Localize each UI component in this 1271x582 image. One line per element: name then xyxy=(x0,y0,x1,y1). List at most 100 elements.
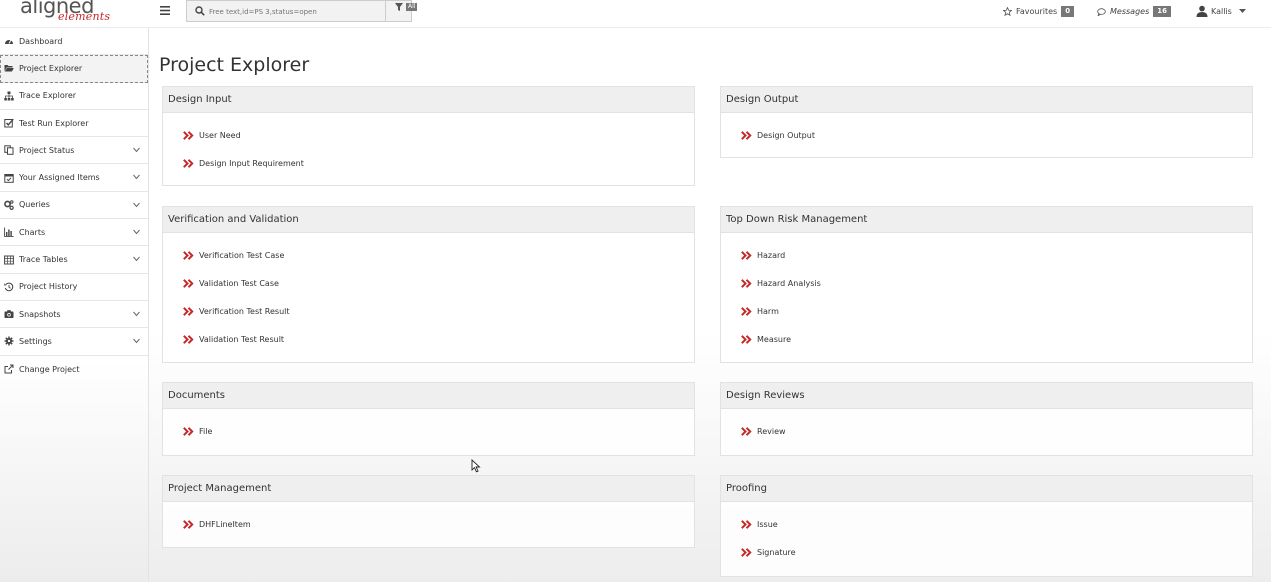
link-label: Validation Test Case xyxy=(199,278,279,288)
double-chevron-right-icon xyxy=(741,306,752,316)
sidebar-item-label: Your Assigned Items xyxy=(19,173,100,183)
top-bar: aligned elements All Favourites 0 Messag… xyxy=(0,0,1271,28)
calendar-check-icon xyxy=(4,173,14,183)
panel-title: Verification and Validation xyxy=(163,207,694,233)
panel-design-input: Design Input User Need Design Input Requ… xyxy=(162,86,695,186)
sidebar-item-charts[interactable]: Charts xyxy=(0,219,148,247)
sidebar-item-label: Trace Explorer xyxy=(19,91,77,101)
explorer-link-file[interactable]: File xyxy=(163,417,694,445)
chevron-down-icon xyxy=(133,147,140,153)
link-label: File xyxy=(199,426,213,436)
double-chevron-right-icon xyxy=(183,278,194,288)
sidebar-item-snapshots[interactable]: Snapshots xyxy=(0,301,148,329)
bar-chart-icon xyxy=(4,227,14,238)
user-menu[interactable]: Kallis xyxy=(1196,4,1246,18)
filter-badge: All xyxy=(406,3,418,11)
sidebar-item-project-status[interactable]: Project Status xyxy=(0,137,148,165)
explorer-link-issue[interactable]: Issue xyxy=(721,510,1252,538)
sidebar-item-label: Charts xyxy=(19,227,46,237)
link-label: Hazard Analysis xyxy=(757,278,821,288)
folder-open-icon xyxy=(4,65,14,72)
sidebar-item-label: Change Project xyxy=(19,364,80,374)
main-content: Project Explorer Design Input User Need … xyxy=(149,28,1271,582)
page-title: Project Explorer xyxy=(159,54,310,76)
chevron-down-icon xyxy=(133,257,140,262)
explorer-link-hazard[interactable]: Hazard xyxy=(721,241,1252,269)
camera-icon xyxy=(4,310,14,319)
sidebar-item-dashboard[interactable]: Dashboard xyxy=(0,28,148,56)
sidebar-item-project-history[interactable]: Project History xyxy=(0,274,148,301)
hamburger-menu-icon[interactable] xyxy=(160,6,172,18)
explorer-link-verification-test-case[interactable]: Verification Test Case xyxy=(163,241,694,269)
checkbox-icon xyxy=(4,118,14,128)
link-label: Design Input Requirement xyxy=(199,158,304,168)
panel-design-reviews: Design Reviews Review xyxy=(720,382,1253,456)
search-icon xyxy=(195,6,205,16)
double-chevron-right-icon xyxy=(741,278,752,288)
sidebar-item-test-run-explorer[interactable]: Test Run Explorer xyxy=(0,110,148,138)
star-icon xyxy=(1003,7,1012,16)
panel-title: Documents xyxy=(163,383,694,409)
messages-label: Messages xyxy=(1110,7,1150,16)
link-label: Validation Test Result xyxy=(199,334,285,344)
chevron-down-icon xyxy=(133,229,140,235)
double-chevron-right-icon xyxy=(183,426,194,436)
cogs-icon xyxy=(4,200,14,210)
link-label: DHFLineItem xyxy=(199,519,251,529)
comment-icon xyxy=(1097,7,1106,16)
sidebar-item-your-assigned-items[interactable]: Your Assigned Items xyxy=(0,164,148,192)
explorer-link-design-input-requirement[interactable]: Design Input Requirement xyxy=(163,149,694,177)
sitemap-icon xyxy=(4,91,14,101)
explorer-link-design-output[interactable]: Design Output xyxy=(721,121,1252,149)
explorer-link-verification-test-result[interactable]: Verification Test Result xyxy=(163,297,694,325)
filter-button[interactable]: All xyxy=(386,0,418,22)
explorer-link-dhflineitem[interactable]: DHFLineItem xyxy=(163,510,694,538)
sidebar-item-label: Project Status xyxy=(19,145,75,155)
explorer-link-signature[interactable]: Signature xyxy=(721,538,1252,566)
explorer-link-measure[interactable]: Measure xyxy=(721,325,1252,353)
double-chevron-right-icon xyxy=(741,426,752,436)
gear-icon xyxy=(4,336,14,346)
logo[interactable]: aligned elements xyxy=(20,0,130,28)
panel-title: Proofing xyxy=(721,476,1252,502)
link-label: Signature xyxy=(757,547,796,557)
link-label: Design Output xyxy=(757,130,815,140)
sidebar-item-trace-explorer[interactable]: Trace Explorer xyxy=(0,83,148,110)
sidebar-item-settings[interactable]: Settings xyxy=(0,328,148,356)
sidebar-item-queries[interactable]: Queries xyxy=(0,192,148,220)
panel-title: Design Output xyxy=(721,87,1252,113)
search-input[interactable] xyxy=(209,4,379,19)
messages-button[interactable]: Messages 16 xyxy=(1097,5,1171,18)
explorer-link-validation-test-case[interactable]: Validation Test Case xyxy=(163,269,694,297)
sidebar-item-label: Trace Tables xyxy=(19,255,68,265)
explorer-link-harm[interactable]: Harm xyxy=(721,297,1252,325)
double-chevron-right-icon xyxy=(741,334,752,344)
mouse-cursor-icon xyxy=(471,459,481,473)
chevron-down-icon xyxy=(133,175,140,180)
chevron-down-icon xyxy=(133,311,140,317)
explorer-link-hazard-analysis[interactable]: Hazard Analysis xyxy=(721,269,1252,297)
filter-icon xyxy=(395,3,403,11)
panel-project-management: Project Management DHFLineItem xyxy=(162,475,695,548)
panel-title: Top Down Risk Management xyxy=(721,207,1252,233)
table-icon xyxy=(4,255,14,265)
favourites-button[interactable]: Favourites 0 xyxy=(1003,5,1075,18)
double-chevron-right-icon xyxy=(183,306,194,316)
sidebar-item-trace-tables[interactable]: Trace Tables xyxy=(0,246,148,274)
link-label: Hazard xyxy=(757,250,786,260)
explorer-link-validation-test-result[interactable]: Validation Test Result xyxy=(163,325,694,353)
sidebar-item-label: Test Run Explorer xyxy=(19,118,89,128)
messages-count-badge: 16 xyxy=(1153,6,1171,17)
explorer-link-review[interactable]: Review xyxy=(721,417,1252,445)
panel-top-down-risk-management: Top Down Risk Management Hazard Hazard A… xyxy=(720,206,1253,363)
explorer-link-user-need[interactable]: User Need xyxy=(163,121,694,149)
link-label: Verification Test Case xyxy=(199,250,285,260)
sidebar-item-label: Project Explorer xyxy=(19,63,83,73)
caret-down-icon xyxy=(1238,8,1246,13)
sidebar-item-change-project[interactable]: Change Project xyxy=(0,356,148,383)
sidebar-item-project-explorer[interactable]: Project Explorer xyxy=(0,55,148,83)
double-chevron-right-icon xyxy=(183,130,194,140)
link-label: Measure xyxy=(757,334,791,344)
link-label: Issue xyxy=(757,519,778,529)
external-link-icon xyxy=(4,364,14,374)
